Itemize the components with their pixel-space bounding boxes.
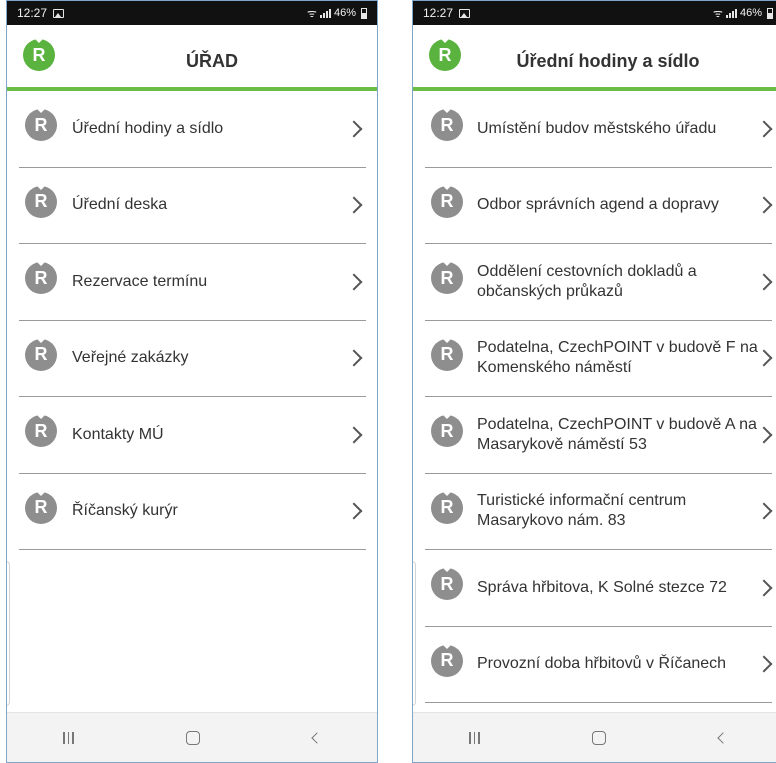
item-logo-icon: R [431, 567, 463, 600]
wifi-icon: ᯤ [306, 7, 317, 20]
battery-icon [361, 7, 367, 19]
chevron-right-icon [755, 426, 773, 444]
chevron-right-icon [345, 273, 363, 291]
menu-item-provozni-doba[interactable]: R Provozní doba hřbitovů v Říčanech [425, 627, 773, 703]
menu-item-label: Podatelna, CzechPOINT v budově F na Kome… [477, 339, 758, 377]
menu-item-podatelna-a[interactable]: R Podatelna, CzechPOINT v budově A na Ma… [425, 397, 773, 474]
menu-item-podatelna-f[interactable]: R Podatelna, CzechPOINT v budově F na Ko… [425, 321, 773, 397]
menu-item-sprava-hrbitova[interactable]: R Správa hřbitova, K Solné stezce 72 [425, 550, 773, 627]
battery-icon [767, 7, 773, 19]
menu-item-verejne-zakazky[interactable]: R Veřejné zakázky [19, 321, 366, 397]
menu-item-label: Podatelna, CzechPOINT v budově A na Masa… [477, 415, 757, 453]
chevron-right-icon [755, 120, 773, 138]
chevron-right-icon [755, 502, 773, 520]
status-time: 12:27 [17, 6, 48, 20]
menu-item-cestovni-doklady[interactable]: R Oddělení cestovních dokladů a občanský… [425, 244, 773, 321]
home-icon[interactable] [186, 730, 201, 745]
battery-percent: 46% [333, 7, 356, 19]
page-title: ÚŘAD [186, 51, 238, 71]
chevron-right-icon [345, 502, 363, 520]
item-logo-icon: R [25, 414, 57, 447]
menu-item-label: Správa hřbitova, K Solné stezce 72 [477, 578, 727, 596]
menu-item-odbor-spravnich-agend[interactable]: R Odbor správních agend a dopravy [425, 168, 773, 244]
chevron-right-icon [345, 426, 363, 444]
item-logo-icon: R [431, 337, 463, 371]
battery-percent: 46% [739, 7, 762, 19]
app-header: R ÚŘAD [7, 25, 377, 91]
chevron-right-icon [755, 349, 773, 367]
menu-item-turisticke-centrum[interactable]: R Turistické informační centrum Masaryko… [425, 474, 773, 550]
item-logo-icon: R [25, 108, 57, 141]
back-icon[interactable] [311, 731, 323, 744]
app-header: R Úřední hodiny a sídlo [413, 25, 776, 91]
menu-item-uredni-deska[interactable]: R Úřední deska [19, 168, 366, 244]
gallery-icon [53, 8, 65, 18]
page-title: Úřední hodiny a sídlo [516, 51, 700, 71]
nav-bar [413, 712, 776, 762]
menu-item-label: Rezervace termínu [72, 272, 208, 290]
item-logo-icon: R [431, 108, 463, 141]
item-logo-icon: R [25, 490, 57, 524]
recent-apps-icon[interactable] [469, 731, 480, 744]
menu-item-kontakty[interactable]: R Kontakty MÚ [19, 397, 366, 474]
status-bar: 12:27 ᯤ 46% [7, 1, 377, 25]
menu-item-umisteni-budov[interactable]: R Umístění budov městského úřadu [425, 91, 773, 168]
chevron-right-icon [345, 120, 363, 138]
item-logo-icon: R [431, 414, 463, 447]
menu-item-label: Veřejné zakázky [72, 349, 189, 367]
menu-list: R Úřední hodiny a sídlo R Úřední deska R… [7, 91, 377, 550]
menu-item-ricansky-kuryr[interactable]: R Říčanský kurýr [19, 474, 366, 550]
item-logo-icon: R [431, 643, 463, 677]
edge-panel-handle[interactable] [413, 561, 416, 706]
menu-item-label: Provozní doba hřbitovů v Říčanech [477, 655, 727, 673]
recent-apps-icon[interactable] [63, 731, 74, 744]
chevron-right-icon [755, 196, 773, 214]
wifi-icon: ᯤ [712, 7, 723, 20]
signal-icon [725, 8, 737, 18]
menu-item-label: Úřední hodiny a sídlo [72, 119, 224, 137]
menu-item-label: Turistické informační centrum Masarykovo… [477, 492, 687, 530]
menu-list: R Umístění budov městského úřadu R Odbor… [413, 91, 776, 703]
back-icon[interactable] [717, 731, 729, 744]
chevron-right-icon [755, 579, 773, 597]
item-logo-icon: R [25, 184, 57, 218]
menu-item-label: Odbor správních agend a dopravy [477, 196, 719, 214]
item-logo-icon: R [25, 261, 57, 294]
menu-item-label: Říčanský kurýr [72, 502, 178, 520]
chevron-right-icon [345, 196, 363, 214]
chevron-right-icon [345, 349, 363, 367]
menu-item-label: Umístění budov městského úřadu [477, 119, 717, 137]
signal-icon [319, 8, 331, 18]
app-logo[interactable]: R [429, 38, 461, 71]
app-logo[interactable]: R [23, 38, 55, 71]
item-logo-icon: R [431, 261, 463, 294]
menu-item-label: Oddělení cestovních dokladů a občanských… [477, 262, 697, 300]
status-bar: 12:27 ᯤ 46% [413, 1, 776, 25]
status-time: 12:27 [423, 6, 454, 20]
item-logo-icon: R [25, 337, 57, 371]
menu-item-rezervace[interactable]: R Rezervace termínu [19, 244, 366, 321]
menu-item-uredni-hodiny[interactable]: R Úřední hodiny a sídlo [19, 91, 366, 168]
menu-item-label: Úřední deska [72, 196, 168, 214]
phone-screen-right: 12:27 ᯤ 46% R Úřední hodiny a sídlo R Um… [412, 0, 776, 763]
menu-item-label: Kontakty MÚ [72, 425, 164, 443]
gallery-icon [459, 8, 471, 18]
home-icon[interactable] [592, 730, 607, 745]
chevron-right-icon [755, 655, 773, 673]
nav-bar [7, 712, 377, 762]
item-logo-icon: R [431, 490, 463, 524]
edge-panel-handle[interactable] [7, 561, 10, 706]
phone-screen-left: 12:27 ᯤ 46% R ÚŘAD R Úřední hodiny a síd… [6, 0, 378, 763]
chevron-right-icon [755, 273, 773, 291]
item-logo-icon: R [431, 184, 463, 218]
